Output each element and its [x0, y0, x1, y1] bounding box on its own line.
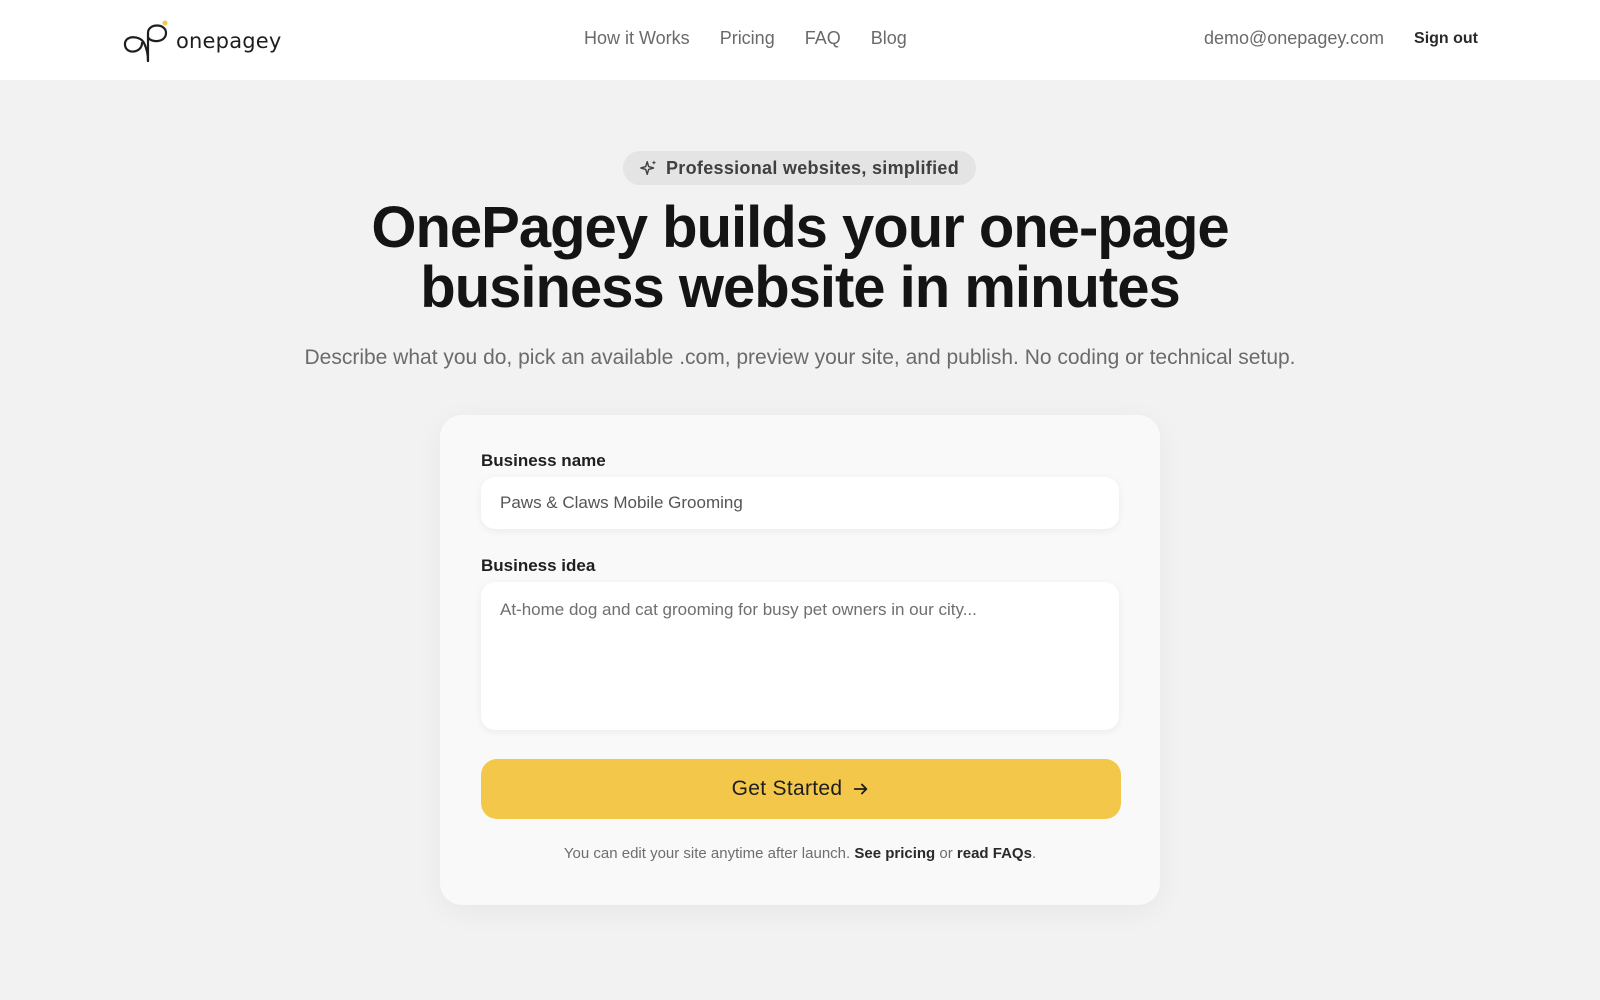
- page-title-line-1: OnePagey builds your one-page: [371, 195, 1229, 260]
- see-pricing-link[interactable]: See pricing: [854, 845, 935, 862]
- hero-badge-text: Professional websites, simplified: [666, 157, 959, 178]
- get-started-button[interactable]: Get Started: [481, 759, 1121, 819]
- nav-pricing[interactable]: Pricing: [720, 28, 775, 49]
- arrow-right-icon: [854, 783, 868, 795]
- user-email: demo@onepagey.com: [1203, 28, 1385, 48]
- footnote-period: .: [1031, 845, 1037, 862]
- business-idea-textarea[interactable]: [481, 582, 1119, 730]
- top-header: onepagey How it Works Pricing FAQ Blog d…: [0, 0, 1600, 80]
- footnote-or: or: [939, 845, 953, 862]
- footnote-text: You can edit your site anytime after lau…: [563, 845, 851, 862]
- logo[interactable]: onepagey: [122, 19, 282, 63]
- hero-subtitle: Describe what you do, pick an available …: [304, 346, 1296, 369]
- account-area: demo@onepagey.com Sign out: [1204, 28, 1478, 49]
- sparkle-icon: [640, 160, 657, 176]
- sign-out-button[interactable]: Sign out: [1414, 30, 1478, 48]
- main-nav: How it Works Pricing FAQ Blog: [584, 28, 907, 49]
- form-footnote: You can edit your site anytime after lau…: [440, 845, 1160, 862]
- nav-faq[interactable]: FAQ: [805, 28, 841, 49]
- page-title-line-2: business website in minutes: [420, 255, 1180, 320]
- logo-mark-icon: [123, 20, 168, 63]
- nav-blog[interactable]: Blog: [871, 28, 907, 49]
- business-name-label: Business name: [481, 451, 606, 470]
- page-title: OnePagey builds your one-page business w…: [200, 198, 1400, 318]
- business-idea-label: Business idea: [481, 556, 596, 575]
- hero-badge: Professional websites, simplified: [623, 151, 976, 185]
- nav-how-it-works[interactable]: How it Works: [584, 28, 690, 49]
- business-name-input[interactable]: [481, 477, 1119, 529]
- read-faqs-link[interactable]: read FAQs: [957, 845, 1032, 862]
- get-started-label: Get Started: [731, 777, 843, 800]
- logo-text: onepagey: [176, 29, 282, 53]
- signup-form-card: Business name Business idea Get Started …: [440, 415, 1160, 905]
